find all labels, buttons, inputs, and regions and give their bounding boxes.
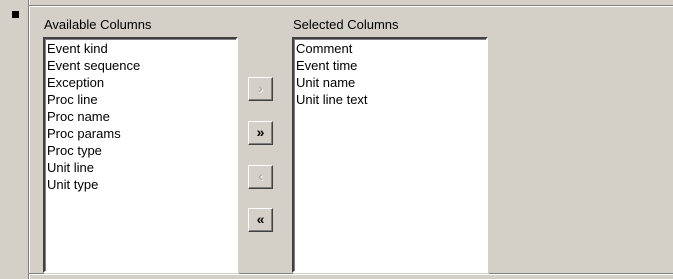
list-item[interactable]: Event kind: [47, 40, 236, 57]
panel-top-divider: [29, 5, 673, 7]
panel-marker-icon: [12, 11, 19, 18]
list-item[interactable]: Comment: [296, 40, 486, 57]
add-all-button[interactable]: »: [248, 121, 273, 145]
list-item[interactable]: Unit line: [47, 159, 236, 176]
available-columns-list: Event kind Event sequence Exception Proc…: [45, 39, 236, 193]
list-item[interactable]: Proc line: [47, 91, 236, 108]
list-item[interactable]: Unit name: [296, 74, 486, 91]
list-item[interactable]: Proc name: [47, 108, 236, 125]
list-item[interactable]: Exception: [47, 74, 236, 91]
selected-columns-listbox[interactable]: Comment Event time Unit name Unit line t…: [292, 37, 488, 273]
available-columns-label: Available Columns: [44, 17, 152, 32]
remove-selected-button[interactable]: ‹: [248, 165, 273, 189]
panel-bottom-divider: [29, 273, 673, 275]
add-selected-button[interactable]: ›: [248, 77, 273, 101]
remove-all-button[interactable]: «: [248, 208, 273, 232]
list-item[interactable]: Unit type: [47, 176, 236, 193]
selected-columns-list: Comment Event time Unit name Unit line t…: [294, 39, 486, 108]
list-item[interactable]: Unit line text: [296, 91, 486, 108]
selected-columns-label: Selected Columns: [293, 17, 399, 32]
panel-left-divider: [28, 0, 30, 279]
list-item[interactable]: Proc type: [47, 142, 236, 159]
list-item[interactable]: Event time: [296, 57, 486, 74]
list-item[interactable]: Event sequence: [47, 57, 236, 74]
available-columns-listbox[interactable]: Event kind Event sequence Exception Proc…: [43, 37, 238, 273]
list-item[interactable]: Proc params: [47, 125, 236, 142]
